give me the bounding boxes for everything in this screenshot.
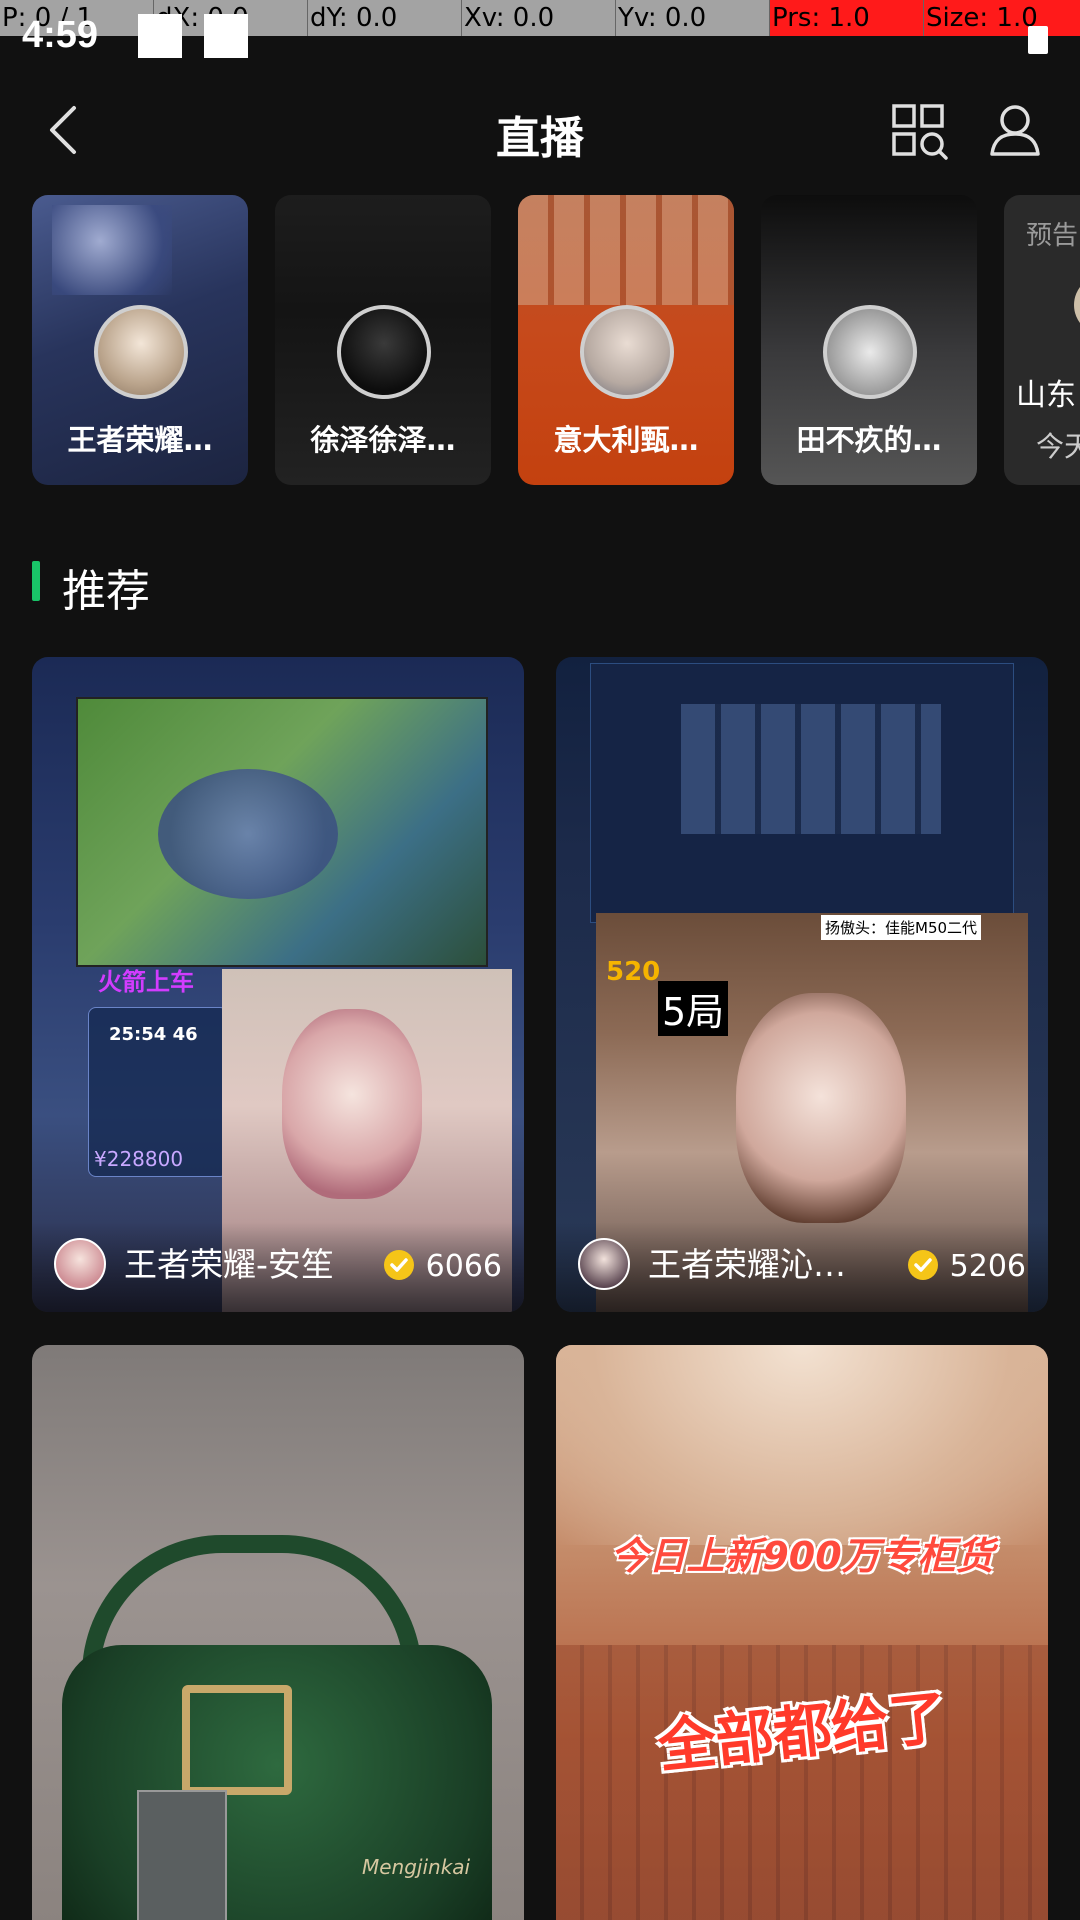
screen: P: 0 / 1 dX: 0.0 dY: 0.0 Xv: 0.0 Yv: 0.0… bbox=[0, 0, 1080, 1920]
verified-icon bbox=[908, 1250, 938, 1280]
live-room-card[interactable]: 今日上新900万专柜货 全部都给了 bbox=[556, 1345, 1048, 1920]
overlay-text: 5局 bbox=[658, 981, 729, 1036]
story-card[interactable]: 王者荣耀… bbox=[32, 195, 248, 485]
user-icon bbox=[990, 105, 1040, 156]
avatar bbox=[578, 1238, 630, 1290]
story-card[interactable]: 田不疚的… bbox=[761, 195, 977, 485]
overlay-text: ¥228800 bbox=[94, 1147, 184, 1171]
stream-thumbnail bbox=[590, 663, 1014, 923]
battery-icon bbox=[1028, 26, 1048, 54]
section-accent-bar bbox=[32, 561, 40, 601]
status-time: 4:59 bbox=[22, 14, 99, 56]
stream-thumbnail bbox=[76, 697, 488, 967]
hero-grid bbox=[681, 704, 941, 834]
debug-size: Size: 1.0 bbox=[924, 0, 1080, 36]
overlay-text: 520 bbox=[606, 957, 661, 987]
notification-icon bbox=[138, 14, 182, 58]
avatar bbox=[580, 305, 674, 399]
verified-icon bbox=[384, 1250, 414, 1280]
preview-tag: 预告 bbox=[1026, 221, 1079, 251]
product-bag: Mengjinkai bbox=[62, 1645, 492, 1920]
overlay-text: 今日上新900万专柜货 bbox=[610, 1534, 994, 1578]
bag-buckle bbox=[182, 1685, 292, 1795]
story-card[interactable]: 徐泽徐泽… bbox=[275, 195, 491, 485]
story-name: 徐泽徐泽… bbox=[310, 423, 456, 457]
product-tag bbox=[137, 1790, 227, 1920]
overlay-text: Mengjinkai bbox=[362, 1855, 471, 1879]
section-title: 推荐 bbox=[62, 566, 150, 617]
story-name: 田不疚的… bbox=[796, 423, 942, 457]
overlay-text: 25:54 46 bbox=[109, 1024, 198, 1045]
avatar bbox=[337, 305, 431, 399]
avatar bbox=[823, 305, 917, 399]
game-arena bbox=[158, 769, 338, 899]
story-name: 意大利甄… bbox=[553, 423, 699, 457]
profile-button[interactable] bbox=[988, 102, 1042, 158]
overlay-text: 火箭上车 bbox=[98, 968, 194, 996]
header: 直播 bbox=[0, 80, 1080, 180]
avatar bbox=[1074, 275, 1080, 335]
story-name: 王者荣耀… bbox=[67, 423, 213, 457]
debug-dy: dY: 0.0 bbox=[308, 0, 462, 36]
debug-yv: Yv: 0.0 bbox=[616, 0, 770, 36]
streamer-name: 王者荣耀-安笙 bbox=[124, 1245, 334, 1284]
overlay-text: 扬傲头：佳能M50二代 bbox=[821, 915, 982, 940]
store-ceiling bbox=[556, 1345, 1048, 1545]
story-cover-art bbox=[518, 195, 734, 305]
viewer-count: 6066 bbox=[425, 1249, 502, 1284]
grid-search-icon bbox=[892, 104, 948, 160]
streamer-name: 王者荣耀沁… bbox=[648, 1245, 846, 1284]
avatar bbox=[94, 305, 188, 399]
live-stories-row: 王者荣耀… 徐泽徐泽… 意大利甄… 田不疚的… 预告 山东 今天 bbox=[32, 195, 1080, 485]
live-room-card[interactable]: 火箭上车 25:54 46 ¥228800 王者荣耀-安笙 6066 bbox=[32, 657, 524, 1312]
streamer-figure bbox=[282, 1009, 422, 1199]
preview-name: 山东 bbox=[1016, 378, 1076, 413]
preview-card[interactable]: 预告 山东 今天 bbox=[1004, 195, 1080, 485]
story-cover-art bbox=[52, 205, 172, 295]
streamer-figure bbox=[736, 993, 906, 1223]
category-search-button[interactable] bbox=[890, 102, 950, 162]
avatar bbox=[54, 1238, 106, 1290]
live-room-card[interactable]: Mengjinkai bbox=[32, 1345, 524, 1920]
debug-xv: Xv: 0.0 bbox=[462, 0, 616, 36]
preview-date: 今天 bbox=[1036, 430, 1080, 463]
debug-pressure: Prs: 1.0 bbox=[770, 0, 924, 36]
notification-icon bbox=[204, 14, 248, 58]
story-card[interactable]: 意大利甄… bbox=[518, 195, 734, 485]
live-room-card[interactable]: 扬傲头：佳能M50二代 520 5局 王者荣耀沁… 5206 bbox=[556, 657, 1048, 1312]
viewer-count: 5206 bbox=[949, 1249, 1026, 1284]
